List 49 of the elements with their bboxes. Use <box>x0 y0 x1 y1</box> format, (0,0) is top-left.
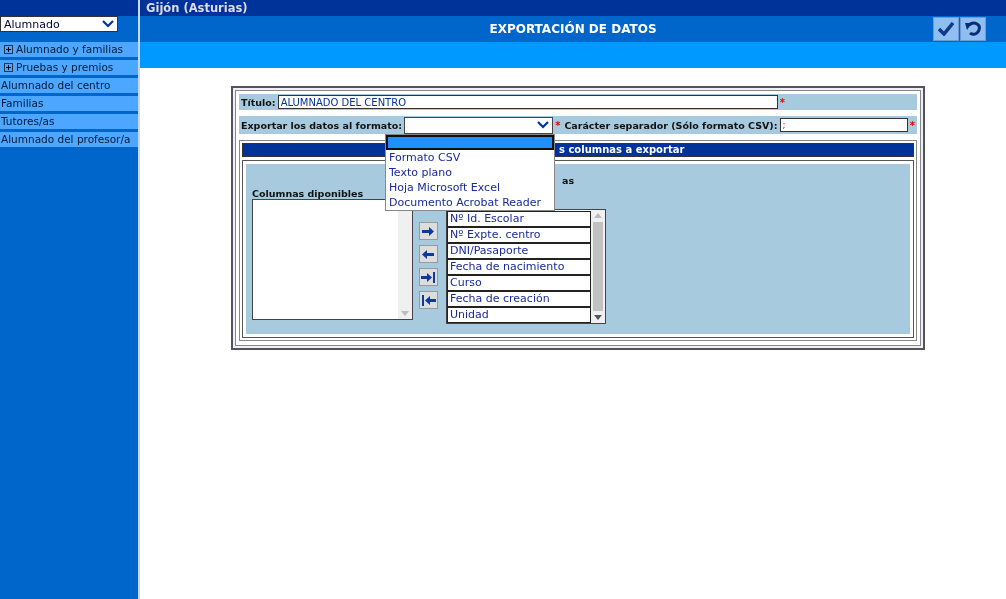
chevron-icon <box>537 121 550 129</box>
check-icon <box>938 22 954 36</box>
menu-group[interactable]: Alumnado y familias <box>0 42 138 57</box>
remove-all-button[interactable] <box>419 291 438 309</box>
arrow-left-icon <box>421 248 436 260</box>
scrollbar[interactable] <box>591 210 605 323</box>
add-all-button[interactable] <box>419 268 438 286</box>
column-item[interactable]: DNI/Pasaporte <box>447 243 591 259</box>
location-text: Gijón (Asturias) <box>145 1 248 15</box>
list-label: Columnas diponibles <box>252 188 364 199</box>
menu-item[interactable]: Familias <box>0 96 138 111</box>
format-option[interactable] <box>386 135 554 150</box>
selected-columns-list[interactable]: Nº Id. Escolar Nº Expte. centro DNI/Pasaporte Fecha de nacimiento Curso Fecha de creación Unidad <box>446 209 606 324</box>
format-option[interactable]: Documento Acrobat Reader <box>386 195 554 210</box>
page-title: EXPORTACIÓN DE DATOS <box>489 22 657 36</box>
required-mark: * <box>779 96 785 108</box>
field-label: Título: <box>241 96 276 108</box>
arrow-right-icon <box>421 225 436 237</box>
field-label: Carácter separador (Sólo formato CSV): <box>564 119 778 131</box>
undo-button[interactable] <box>960 17 986 41</box>
scroll-down-icon[interactable] <box>594 315 602 320</box>
undo-icon <box>964 21 982 37</box>
menu-item[interactable]: Alumnado del profesor/a <box>0 132 138 147</box>
column-item[interactable]: Curso <box>447 275 591 291</box>
column-item[interactable]: Nº Id. Escolar <box>447 211 591 227</box>
accept-button[interactable] <box>933 17 959 41</box>
required-mark: * <box>909 119 915 131</box>
arrow-right-icon <box>421 271 436 283</box>
column-item[interactable]: Fecha de creación <box>447 291 591 307</box>
column-item[interactable]: Unidad <box>447 307 591 323</box>
menu-item[interactable]: Tutores/as <box>0 114 138 129</box>
format-option[interactable]: Texto plano <box>386 165 554 180</box>
list-label: as <box>561 175 575 186</box>
format-option[interactable]: Hoja Microsoft Excel <box>386 180 554 195</box>
remove-button[interactable] <box>419 245 438 263</box>
menu-group[interactable]: Pruebas y premios <box>0 60 138 75</box>
separator-field[interactable]: ; <box>779 118 908 132</box>
chevron-icon <box>102 20 114 28</box>
profile-select[interactable]: Alumnado <box>0 16 118 32</box>
format-select[interactable] <box>404 116 554 134</box>
column-item[interactable]: Fecha de nacimiento <box>447 259 591 275</box>
field-label: Exportar los datos al formato: <box>241 119 403 131</box>
required-mark: * <box>555 119 561 131</box>
column-item[interactable]: Nº Expte. centro <box>447 227 591 243</box>
title-field[interactable]: ALUMNADO DEL CENTRO <box>277 95 778 109</box>
menu-item[interactable]: Alumnado del centro <box>0 78 138 93</box>
add-button[interactable] <box>419 222 438 240</box>
arrow-left-icon <box>421 294 436 306</box>
scrollbar-thumb[interactable] <box>593 222 603 311</box>
